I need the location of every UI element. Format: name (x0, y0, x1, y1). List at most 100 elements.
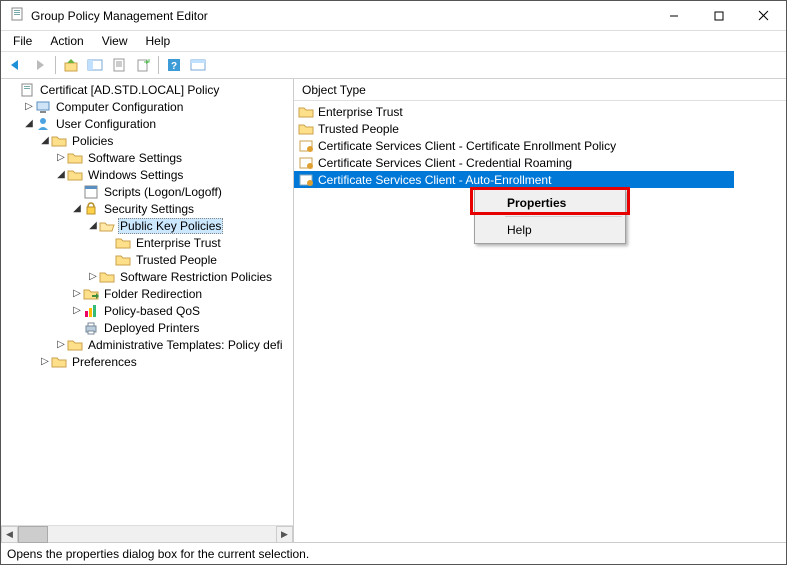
tree-label: Folder Redirection (102, 287, 204, 301)
context-menu: Properties Help (474, 189, 626, 244)
tree-label: Scripts (Logon/Logoff) (102, 185, 224, 199)
status-bar: Opens the properties dialog box for the … (1, 542, 786, 564)
folder-icon (51, 354, 67, 370)
show-hide-tree-button[interactable] (84, 54, 106, 76)
tree-item-policy-qos[interactable]: ▷ Policy-based QoS (1, 302, 293, 319)
policy-icon (19, 82, 35, 98)
folder-icon (67, 150, 83, 166)
tree-item-admin-templates[interactable]: ▷ Administrative Templates: Policy defi (1, 336, 293, 353)
tree-item-scripts[interactable]: Scripts (Logon/Logoff) (1, 183, 293, 200)
menu-help[interactable]: Help (138, 33, 179, 49)
svg-text:?: ? (171, 61, 177, 72)
list-item-label: Enterprise Trust (318, 105, 403, 119)
properties-button[interactable] (108, 54, 130, 76)
tree-label: Security Settings (102, 202, 196, 216)
tree-item-user-config[interactable]: ◢ User Configuration (1, 115, 293, 132)
forward-button[interactable] (29, 54, 51, 76)
minimize-button[interactable] (651, 1, 696, 30)
folder-icon (51, 133, 67, 149)
list-item-auto-enrollment[interactable]: Certificate Services Client - Auto-Enrol… (294, 171, 734, 188)
list-item-label: Trusted People (318, 122, 399, 136)
tree-item-trusted-people[interactable]: Trusted People (1, 251, 293, 268)
scroll-left-button[interactable]: ◀ (1, 526, 18, 543)
tree-item-deployed-printers[interactable]: Deployed Printers (1, 319, 293, 336)
expand-icon[interactable]: ▷ (71, 288, 83, 299)
collapse-icon[interactable]: ◢ (71, 203, 83, 214)
toolbar: ? (1, 51, 786, 79)
window: Group Policy Management Editor File Acti… (0, 0, 787, 565)
tree-item-software-restriction[interactable]: ▷ Software Restriction Policies (1, 268, 293, 285)
scripts-icon (83, 184, 99, 200)
list-item-cert-enrollment-policy[interactable]: Certificate Services Client - Certificat… (294, 137, 786, 154)
tree-label: Windows Settings (86, 168, 185, 182)
expand-icon[interactable]: ▷ (39, 356, 51, 367)
back-button[interactable] (5, 54, 27, 76)
column-header-object-type[interactable]: Object Type (294, 79, 786, 101)
menu-view[interactable]: View (94, 33, 136, 49)
content-area: Certificat [AD.STD.LOCAL] Policy ▷ Compu… (1, 79, 786, 542)
tree-item-root[interactable]: Certificat [AD.STD.LOCAL] Policy (1, 81, 293, 98)
menu-action[interactable]: Action (42, 33, 91, 49)
expand-icon[interactable]: ▷ (55, 152, 67, 163)
collapse-icon[interactable]: ◢ (55, 169, 67, 180)
separator (158, 56, 159, 74)
app-icon (9, 6, 25, 25)
up-button[interactable] (60, 54, 82, 76)
list-item-label: Certificate Services Client - Credential… (318, 156, 572, 170)
maximize-button[interactable] (696, 1, 741, 30)
security-icon (83, 201, 99, 217)
tree-label: Administrative Templates: Policy defi (86, 338, 285, 352)
tree-item-security-settings[interactable]: ◢ Security Settings (1, 200, 293, 217)
list-item-trusted-people[interactable]: Trusted People (294, 120, 786, 137)
folder-icon (298, 104, 314, 120)
tree-body[interactable]: Certificat [AD.STD.LOCAL] Policy ▷ Compu… (1, 79, 293, 525)
status-text: Opens the properties dialog box for the … (7, 547, 309, 561)
tree-item-preferences[interactable]: ▷ Preferences (1, 353, 293, 370)
close-button[interactable] (741, 1, 786, 30)
collapse-icon[interactable]: ◢ (23, 118, 35, 129)
tree-label: Certificat [AD.STD.LOCAL] Policy (38, 83, 221, 97)
tree-label: Deployed Printers (102, 321, 201, 335)
collapse-icon[interactable]: ◢ (87, 220, 99, 231)
export-button[interactable] (132, 54, 154, 76)
context-menu-help[interactable]: Help (477, 219, 623, 241)
collapse-icon[interactable]: ◢ (39, 135, 51, 146)
list-item-label: Certificate Services Client - Certificat… (318, 139, 616, 153)
expand-icon[interactable]: ▷ (23, 101, 35, 112)
help-button[interactable]: ? (163, 54, 185, 76)
computer-icon (35, 99, 51, 115)
expand-icon[interactable]: ▷ (55, 339, 67, 350)
expand-icon[interactable]: ▷ (87, 271, 99, 282)
tree-item-folder-redirection[interactable]: ▷ Folder Redirection (1, 285, 293, 302)
qos-icon (83, 303, 99, 319)
tree-label: Computer Configuration (54, 100, 185, 114)
tree-item-windows-settings[interactable]: ◢ Windows Settings (1, 166, 293, 183)
horizontal-scrollbar[interactable]: ◀ ▶ (1, 525, 293, 542)
folder-icon (115, 235, 131, 251)
list-item-credential-roaming[interactable]: Certificate Services Client - Credential… (294, 154, 786, 171)
folder-icon (99, 269, 115, 285)
tree-item-software-settings[interactable]: ▷ Software Settings (1, 149, 293, 166)
menu-file[interactable]: File (5, 33, 40, 49)
scroll-right-button[interactable]: ▶ (276, 526, 293, 543)
scroll-thumb[interactable] (18, 526, 48, 543)
folder-icon (67, 337, 83, 353)
folder-icon (115, 252, 131, 268)
expand-icon[interactable]: ▷ (71, 305, 83, 316)
folder-icon (67, 167, 83, 183)
context-menu-properties[interactable]: Properties (477, 192, 623, 214)
tree-label: Enterprise Trust (134, 236, 223, 250)
list-item-label: Certificate Services Client - Auto-Enrol… (318, 173, 551, 187)
tree-item-policies[interactable]: ◢ Policies (1, 132, 293, 149)
tree-item-public-key-policies[interactable]: ◢ Public Key Policies (1, 217, 293, 234)
context-menu-separator (505, 216, 622, 217)
filter-button[interactable] (187, 54, 209, 76)
tree-item-computer-config[interactable]: ▷ Computer Configuration (1, 98, 293, 115)
tree-item-enterprise-trust[interactable]: Enterprise Trust (1, 234, 293, 251)
list-item-enterprise-trust[interactable]: Enterprise Trust (294, 103, 786, 120)
tree-pane: Certificat [AD.STD.LOCAL] Policy ▷ Compu… (1, 79, 294, 542)
window-title: Group Policy Management Editor (31, 9, 651, 23)
list-body[interactable]: Enterprise Trust Trusted People Certific… (294, 101, 786, 542)
menubar: File Action View Help (1, 31, 786, 51)
tree-label: Public Key Policies (118, 218, 223, 234)
